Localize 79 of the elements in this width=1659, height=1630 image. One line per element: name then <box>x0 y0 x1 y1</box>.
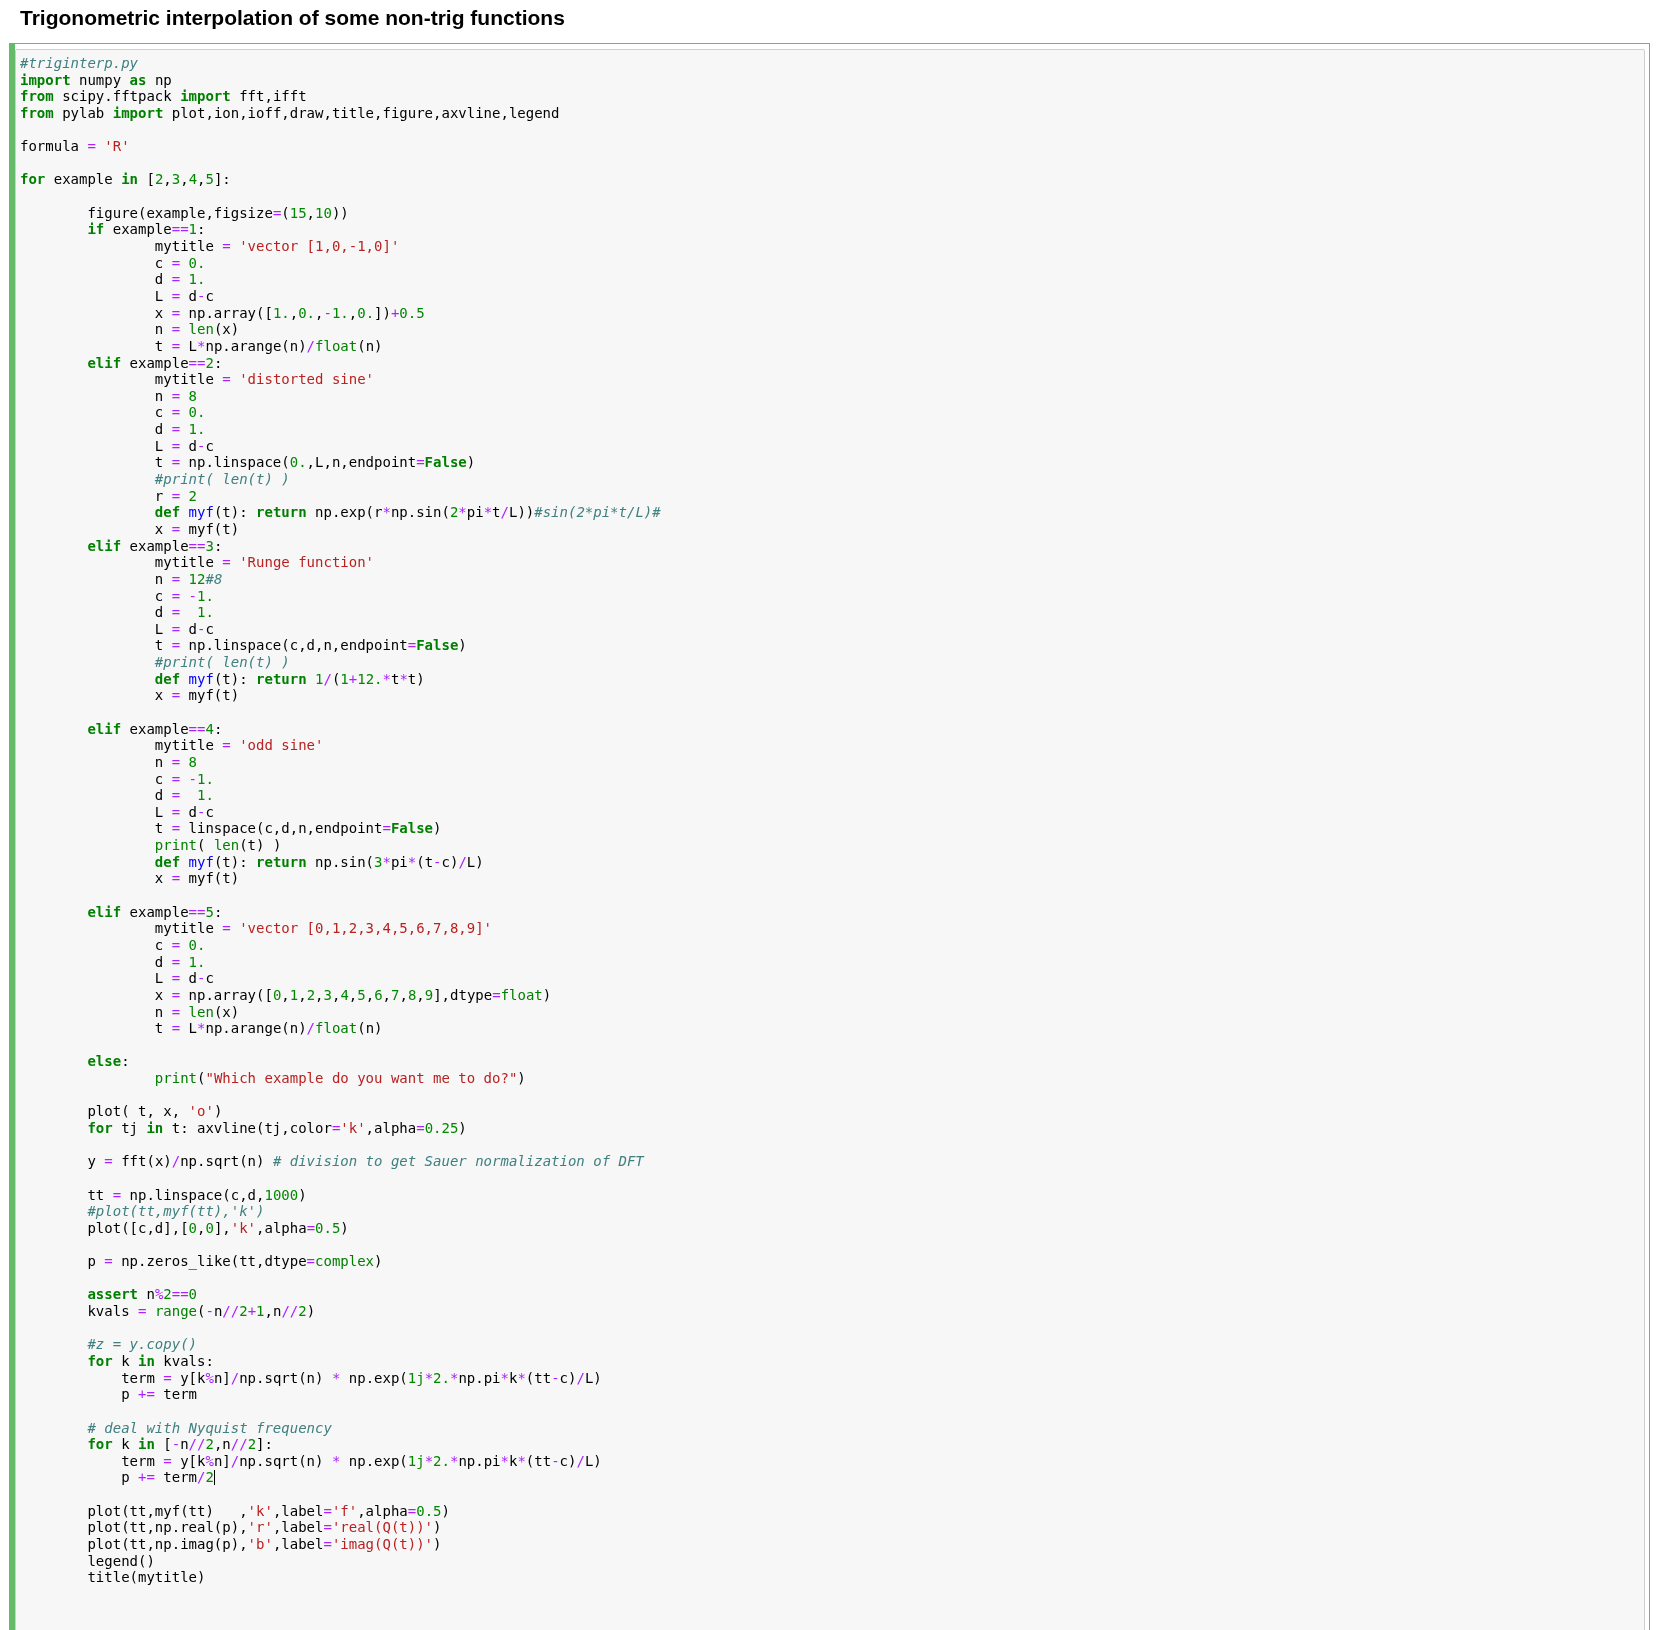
code-line: figure(example,figsize=(15,10)) <box>86 204 349 222</box>
code-line: elif example==4: <box>86 720 223 738</box>
code-line: #z = y.copy() <box>86 1336 197 1353</box>
code-line: term = y[k%n]/np.sqrt(n) * np.exp(1j*2.*np.pi*k*(tt-c)/L) <box>120 1452 602 1470</box>
code-line: legend() <box>86 1552 155 1570</box>
code-line: x = np.array([1.,0.,-1.,0.])+0.5 <box>153 304 425 322</box>
code-line: t = linspace(c,d,n,endpoint=False) <box>153 820 442 838</box>
code-line: x = myf(t) <box>153 687 240 704</box>
code-line: if example==1: <box>86 221 206 239</box>
code-line: mytitle = 'distorted sine' <box>153 371 375 388</box>
code-line: L = d-c <box>153 620 214 638</box>
code-line: y = fft(x)/np.sqrt(n) # division to get Sauer normalization of DFT <box>86 1153 644 1170</box>
code-line: #plot(tt,myf(tt),'k') <box>86 1203 265 1220</box>
code-line: t = L*np.arange(n)/float(n) <box>153 337 383 355</box>
code-line: else: <box>86 1053 130 1071</box>
code-line: assert n%2==0 <box>86 1286 198 1304</box>
code-line: formula = 'R' <box>20 138 130 155</box>
code-line: def myf(t): return 1/(1+12.*t*t) <box>153 670 425 688</box>
code-line: mytitle = 'odd sine' <box>153 737 324 754</box>
code-line: from pylab import plot,ion,ioff,draw,title,figure,axvline,legend <box>20 104 560 122</box>
code-line: x = np.array([0,1,2,3,4,5,6,7,8,9],dtype=float) <box>153 986 552 1004</box>
code-line: L = d-c <box>153 803 214 821</box>
code-line: r = 2 <box>153 487 197 505</box>
code-line: c = -1. <box>153 587 214 605</box>
code-line: from scipy.fftpack import fft,ifft <box>20 88 307 105</box>
code-line: t = L*np.arange(n)/float(n) <box>153 1020 383 1037</box>
code-line: plot(tt,np.real(p),'r',label='real(Q(t))') <box>86 1519 442 1537</box>
code-line: p = np.zeros_like(tt,dtype=complex) <box>86 1253 383 1270</box>
code-line: kvals = range(-n//2+1,n//2) <box>86 1303 316 1320</box>
code-line: # deal with Nyquist frequency <box>86 1419 332 1437</box>
code-line: t = np.linspace(c,d,n,endpoint=False) <box>153 637 467 655</box>
code-line: L = d-c <box>153 970 214 987</box>
code-line: title(mytitle) <box>86 1569 206 1586</box>
code-line: elif example==2: <box>86 354 223 372</box>
code-line: import numpy as np <box>20 71 172 89</box>
code-line: d = 1. <box>153 604 214 621</box>
code-line: elif example==3: <box>86 537 223 555</box>
code-line: x = myf(t) <box>153 520 240 538</box>
code-line: for example in [2,3,4,5]: <box>20 171 231 189</box>
code-line: tt = np.linspace(c,d,1000) <box>86 1186 307 1204</box>
code-line: d = 1. <box>153 787 214 804</box>
code-line: plot(tt,np.imag(p),'b',label='imag(Q(t))') <box>86 1536 442 1553</box>
notebook-heading: Trigonometric interpolation of some non-trig functions <box>19 5 566 31</box>
code-line: t = np.linspace(0.,L,n,endpoint=False) <box>153 454 476 472</box>
code-line: d = 1. <box>153 271 206 288</box>
code-line: mytitle = 'vector [0,1,2,3,4,5,6,7,8,9]' <box>153 920 493 937</box>
code-line: c = 0. <box>153 404 206 422</box>
code-line: term = y[k%n]/np.sqrt(n) * np.exp(1j*2.*np.pi*k*(tt-c)/L) <box>120 1369 602 1387</box>
code-line: def myf(t): return np.sin(3*pi*(t-c)/L) <box>153 853 484 871</box>
code-line: plot(tt,myf(tt) ,'k',label='f',alpha=0.5) <box>86 1502 450 1520</box>
code-line: def myf(t): return np.exp(r*np.sin(2*pi*t/L))#sin(2*pi*t/L)# <box>153 504 661 521</box>
code-line: mytitle = 'vector [1,0,-1,0]' <box>153 238 400 255</box>
code-line: L = d-c <box>153 287 214 305</box>
code-line: d = 1. <box>153 953 206 971</box>
code-line: print( len(t) ) <box>153 837 282 854</box>
code-line: p += term/2 <box>120 1469 214 1487</box>
code-line: c = 0. <box>153 936 206 954</box>
code-line: c = -1. <box>153 770 214 788</box>
code-line: for tj in t: axvline(tj,color='k',alpha=0.25) <box>86 1120 467 1137</box>
code-line: print("Which example do you want me to do?") <box>153 1070 526 1087</box>
code-line: L = d-c <box>153 437 214 455</box>
code-line: #triginterp.py <box>20 55 138 72</box>
code-line: c = 0. <box>153 254 206 272</box>
code-line: p += term <box>120 1386 198 1403</box>
code-line: for k in [-n//2,n//2]: <box>86 1436 273 1453</box>
code-line: n = len(x) <box>153 321 240 338</box>
code-line: n = 8 <box>153 387 197 405</box>
code-line: for k in kvals: <box>86 1352 214 1370</box>
code-line: #print( len(t) ) <box>153 654 290 671</box>
code-line: #print( len(t) ) <box>153 471 290 488</box>
code-line: n = len(x) <box>153 1003 240 1021</box>
code-line: plot( t, x, 'o') <box>86 1103 223 1120</box>
code-line: elif example==5: <box>86 903 223 921</box>
code-line: plot([c,d],[0,0],'k',alpha=0.5) <box>86 1219 349 1237</box>
code-line: n = 12#8 <box>153 570 223 588</box>
code-line: d = 1. <box>153 421 206 438</box>
code-line: mytitle = 'Runge function' <box>153 554 375 571</box>
code-line: n = 8 <box>153 753 197 771</box>
code-line: x = myf(t) <box>153 870 240 888</box>
